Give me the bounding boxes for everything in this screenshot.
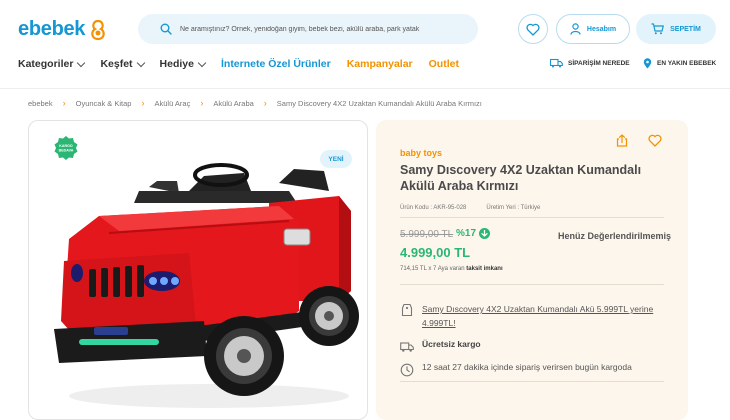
divider — [400, 381, 664, 382]
nav-item-hediye[interactable]: Hediye — [159, 58, 207, 70]
nav-label: Kampanyalar — [346, 58, 413, 70]
nav-item-kesfet[interactable]: Keşfet — [100, 58, 145, 70]
divider — [400, 284, 664, 285]
chevron-right-icon: › — [141, 98, 145, 108]
campaign-link[interactable]: Samy Dıscovery 4X2 Uzaktan Kumandalı Akü… — [422, 302, 664, 330]
nearest-store-label: EN YAKIN EBEBEK — [657, 60, 717, 67]
installment-info: 714,15 TL x 7 Aya varan taksit imkanı — [400, 266, 503, 272]
old-price: 5.999,00 TL — [400, 229, 454, 240]
chevron-down-icon — [197, 58, 207, 67]
cart-icon — [651, 23, 665, 35]
ebebek-logo[interactable]: ebebek — [18, 18, 107, 41]
nav-label: Outlet — [428, 58, 459, 70]
chevron-right-icon: › — [62, 98, 66, 108]
logo-mark-icon — [91, 19, 105, 40]
product-meta: Ürün Kodu : AKR-95-028 Üretim Yeri : Tür… — [400, 205, 540, 211]
main-nav: Kategoriler Keşfet Hediye İnternete Özel… — [18, 56, 459, 72]
product-code: Ürün Kodu : AKR-95-028 — [400, 205, 467, 211]
shipping-text: Ücretsiz kargo — [422, 339, 481, 349]
favorites-button[interactable] — [518, 14, 548, 44]
nearest-store-link[interactable]: EN YAKIN EBEBEK — [643, 58, 716, 69]
product-origin: Üretim Yeri : Türkiye — [486, 205, 541, 211]
search-input[interactable] — [180, 25, 460, 33]
truck-icon — [400, 342, 414, 352]
search-icon[interactable] — [160, 23, 172, 35]
product-title: Samy Dıscovery 4X2 Uzaktan Kumandalı Akü… — [400, 163, 642, 193]
breadcrumb-item[interactable]: Oyuncak & Kitap — [76, 99, 132, 108]
logo-text: ebebek — [18, 18, 86, 40]
breadcrumb-item[interactable]: ebebek — [28, 99, 53, 108]
divider — [400, 217, 664, 218]
breadcrumb: ebebek › Oyuncak & Kitap › Akülü Araç › … — [28, 98, 482, 108]
campaign-feature: Samy Dıscovery 4X2 Uzaktan Kumandalı Akü… — [400, 302, 664, 330]
chevron-right-icon: › — [263, 98, 267, 108]
product-photo — [54, 163, 359, 408]
new-badge: YENİ — [320, 150, 352, 168]
account-label: Hesabım — [586, 25, 617, 33]
shipping-feature: Ücretsiz kargo — [400, 339, 481, 354]
nav-item-outlet[interactable]: Outlet — [429, 58, 459, 70]
discount-value: %17 — [456, 228, 477, 239]
product-brand[interactable]: baby toys — [400, 148, 442, 158]
nav-item-kategoriler[interactable]: Kategoriler — [18, 58, 86, 70]
user-icon — [570, 23, 581, 35]
svg-text:KARGO: KARGO — [59, 144, 73, 148]
header-divider — [0, 88, 730, 89]
order-tracking-link[interactable]: SİPARİŞİM NEREDE — [550, 58, 630, 68]
nav-label: İnternete Özel Ürünler — [220, 58, 331, 70]
nav-item-internete-ozel[interactable]: İnternete Özel Ürünler — [221, 58, 331, 70]
arrow-down-icon — [479, 228, 491, 239]
nav-label: Keşfet — [100, 58, 133, 70]
breadcrumb-current: Samy Discovery 4X2 Uzaktan Kumandalı Akü… — [276, 98, 482, 108]
chevron-down-icon — [77, 58, 86, 67]
delivery-time-text: 12 saat 27 dakika içinde sipariş verirse… — [422, 362, 632, 372]
chevron-right-icon: › — [200, 98, 204, 108]
nav-item-kampanyalar[interactable]: Kampanyalar — [347, 58, 413, 70]
current-price: 4.999,00 TL — [400, 245, 471, 260]
account-button[interactable]: Hesabım — [556, 14, 630, 44]
site-header: ebebek Hesabım — [0, 0, 730, 92]
heart-icon — [526, 23, 540, 36]
cart-button[interactable]: SEPETİM — [636, 14, 716, 44]
search-bar[interactable] — [138, 14, 478, 44]
delivery-time-feature: 12 saat 27 dakika içinde sipariş verirse… — [400, 362, 632, 377]
location-pin-icon — [643, 58, 652, 69]
add-to-favorites-icon[interactable] — [648, 134, 662, 147]
tag-icon — [401, 303, 413, 317]
rating-status[interactable]: Henüz Değerlendirilmemiş — [558, 231, 671, 241]
cart-label: SEPETİM — [670, 25, 701, 33]
breadcrumb-item[interactable]: Akülü Araç — [154, 99, 190, 108]
nav-label: Kategoriler — [18, 58, 74, 70]
share-icon[interactable] — [616, 134, 628, 147]
discount-badge: %17 — [456, 228, 491, 239]
installment-bold: taksit imkanı — [466, 266, 503, 272]
clock-icon — [400, 363, 414, 377]
chevron-down-icon — [136, 58, 145, 67]
order-tracking-label: SİPARİŞİM NEREDE — [568, 59, 630, 67]
installment-text: 714,15 TL x 7 Aya varan — [400, 266, 465, 272]
truck-box-icon — [550, 58, 563, 68]
nav-label: Hediye — [159, 58, 194, 70]
breadcrumb-item[interactable]: Akülü Araba — [213, 99, 253, 108]
product-page: ebebek Hesabım — [0, 0, 730, 420]
product-image-card[interactable]: KARGO BEDAVA — [28, 120, 368, 420]
